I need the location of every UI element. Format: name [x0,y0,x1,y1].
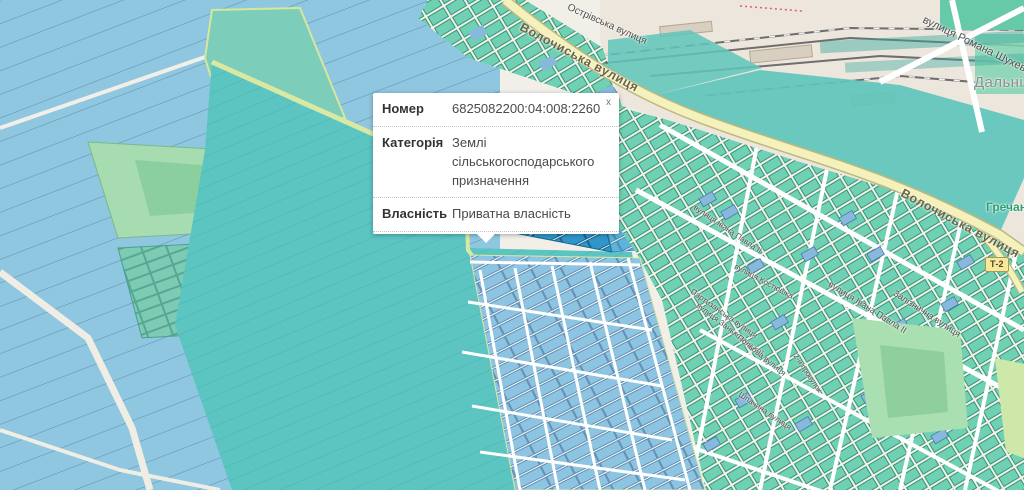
popup-value: Землі сільськогосподарського призначення [452,134,603,191]
parcel-info-popup: x Номер 6825082200:04:008:2260 Категорія… [373,93,619,234]
popup-close-button[interactable]: x [602,95,615,111]
popup-label: Власність [382,205,448,224]
popup-value: Приватна власність [452,205,603,224]
map-graphics-layer [0,0,1024,490]
popup-pointer-arrow [477,234,495,243]
cadastral-map-canvas[interactable]: Острівська вулиця Волочиська вулиця вули… [0,0,1024,490]
road-number-badge: Т-2 [985,257,1009,272]
popup-row-category: Категорія Землі сільськогосподарського п… [373,127,619,199]
popup-row-number: Номер 6825082200:04:008:2260 [373,93,619,127]
popup-value: 6825082200:04:008:2260 [452,100,603,119]
popup-row-ownership: Власність Приватна власність [373,198,619,232]
popup-label: Номер [382,100,448,119]
popup-label: Категорія [382,134,448,191]
